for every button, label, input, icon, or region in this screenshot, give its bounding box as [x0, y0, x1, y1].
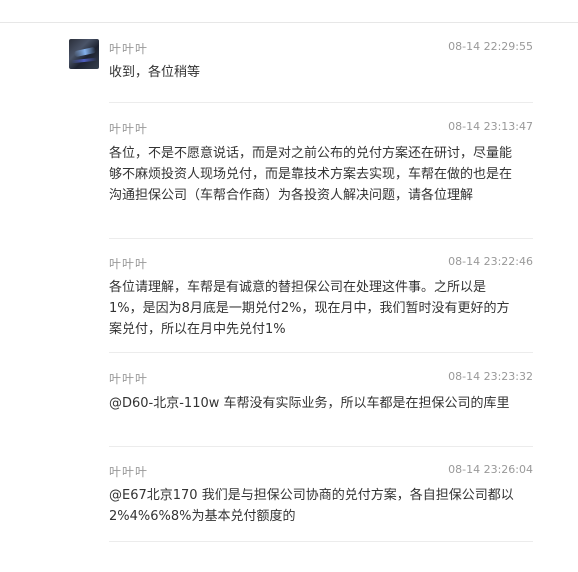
comment-divider: [109, 102, 533, 103]
comment-feed: 叶叶叶 08-14 22:29:55 收到，各位稍等 叶叶叶 08-14 23:…: [0, 0, 578, 572]
comment-author[interactable]: 叶叶叶: [109, 40, 148, 57]
comment-timestamp: 08-14 23:13:47: [448, 120, 533, 133]
comment-text: 各位，不是不愿意说话，而是对之前公布的兑付方案还在研讨，尽量能够不麻烦投资人现场…: [109, 146, 513, 203]
comment-text: 收到，各位稍等: [109, 65, 201, 80]
comment-timestamp: 08-14 23:23:32: [448, 370, 533, 383]
comment-divider: [109, 541, 533, 542]
avatar[interactable]: [69, 39, 99, 69]
comment-timestamp: 08-14 22:29:55: [448, 40, 533, 53]
comment-author[interactable]: 叶叶叶: [109, 370, 148, 387]
top-divider: [0, 22, 578, 23]
avatar-highlight-2: [70, 57, 98, 64]
comment-text: @D60-北京-110w 车帮没有实际业务，所以车都是在担保公司的库里: [109, 396, 510, 411]
comment-divider: [109, 238, 533, 239]
comment-timestamp: 08-14 23:26:04: [448, 463, 533, 476]
comment-divider: [109, 352, 533, 353]
comment-author[interactable]: 叶叶叶: [109, 463, 148, 480]
comment-text: @E67北京170 我们是与担保公司协商的兑付方案，各自担保公司都以2%4%6%…: [109, 488, 514, 524]
comment-timestamp: 08-14 23:22:46: [448, 255, 533, 268]
comment-divider: [109, 446, 533, 447]
avatar-highlight: [73, 46, 97, 58]
comment-text: 各位请理解，车帮是有诚意的替担保公司在处理这件事。之所以是1%，是因为8月底是一…: [109, 280, 510, 337]
comment-author[interactable]: 叶叶叶: [109, 255, 148, 272]
comment-author[interactable]: 叶叶叶: [109, 120, 148, 137]
